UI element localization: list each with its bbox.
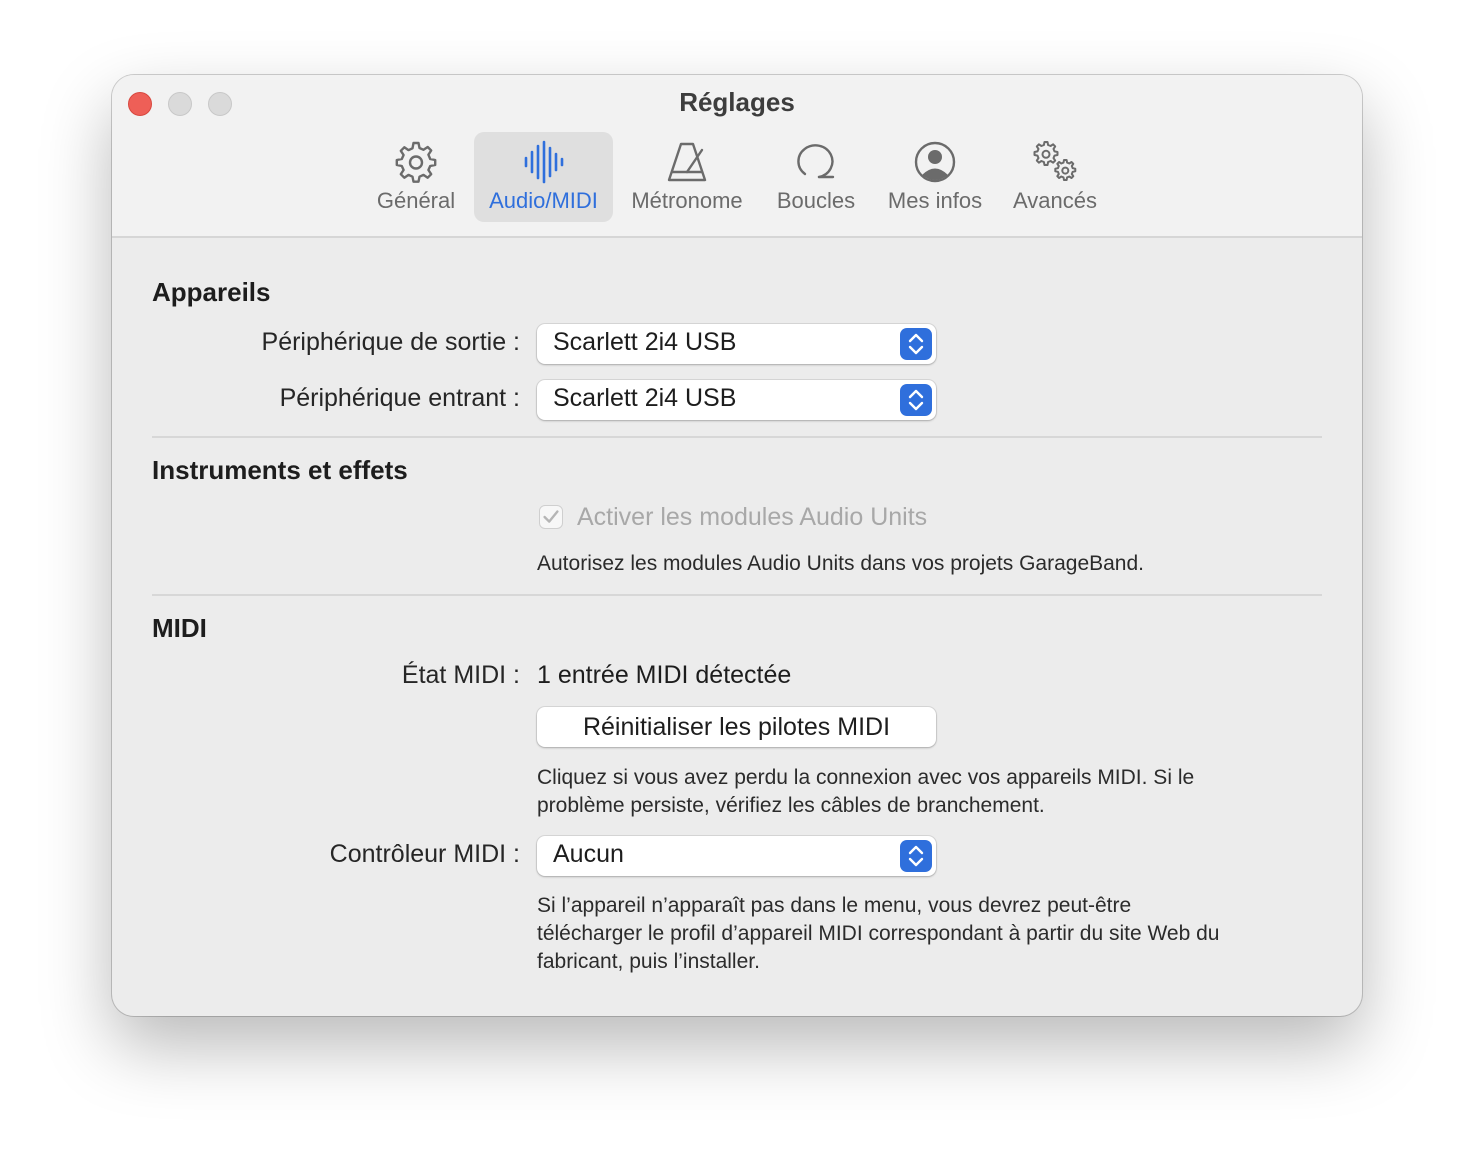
tab-my-info-label: Mes infos [887, 188, 983, 213]
waveform-icon [524, 140, 563, 184]
tab-loops-label: Boucles [776, 188, 856, 213]
midi-status-label: État MIDI : [401, 661, 520, 689]
reset-midi-help: Cliquez si vous avez perdu la connexion … [537, 764, 1327, 820]
midi-controller-help-line: Si l’appareil n’apparaît pas dans le men… [537, 894, 1132, 917]
tab-advanced-label: Avancés [1013, 188, 1097, 213]
midi-controller-help-line: fabricant, puis l’installer. [537, 950, 760, 973]
output-device-label: Périphérique de sortie : [261, 328, 520, 356]
audio-units-checkbox-label: Activer les modules Audio Units [577, 503, 928, 531]
section-title-midi: MIDI [152, 613, 207, 643]
midi-controller-label: Contrôleur MIDI : [329, 840, 520, 868]
output-device-value: Scarlett 2i4 USB [553, 328, 737, 356]
gears-icon [1033, 141, 1077, 181]
tab-audio-midi[interactable]: Audio/MIDI [474, 132, 613, 222]
audio-units-help: Autorisez les modules Audio Units dans v… [537, 552, 1145, 575]
gear-icon [395, 141, 437, 183]
tab-general[interactable]: Général [364, 132, 468, 222]
midi-controller-popup[interactable]: Aucun [537, 836, 936, 876]
input-device-value: Scarlett 2i4 USB [553, 384, 737, 412]
input-device-popup[interactable]: Scarlett 2i4 USB [537, 380, 936, 420]
tab-metronome[interactable]: Métronome [620, 132, 754, 222]
tab-general-label: Général [376, 188, 456, 213]
title-bar: Réglages Général Audio/MIDI Métronome Bo… [112, 75, 1362, 238]
chevron-updown-icon [900, 384, 932, 416]
audio-units-checkbox[interactable] [539, 505, 563, 529]
tab-metronome-label: Métronome [631, 188, 743, 213]
output-device-popup[interactable]: Scarlett 2i4 USB [537, 324, 936, 364]
tab-audio-midi-label: Audio/MIDI [489, 188, 598, 213]
chevron-updown-icon [900, 840, 932, 872]
person-circle-icon [914, 141, 956, 183]
chevron-updown-icon [900, 328, 932, 360]
midi-status-value: 1 entrée MIDI détectée [537, 661, 792, 689]
tab-loops[interactable]: Boucles [766, 132, 866, 222]
reset-midi-help-line: problème persiste, vérifiez les câbles d… [537, 794, 1045, 817]
midi-controller-help-line: télécharger le profil d’appareil MIDI co… [537, 922, 1220, 945]
section-title-instruments: Instruments et effets [152, 455, 408, 485]
midi-controller-help: Si l’appareil n’apparaît pas dans le men… [537, 892, 1327, 976]
section-divider [152, 436, 1322, 438]
section-title-devices: Appareils [152, 277, 271, 307]
settings-window: Réglages Général Audio/MIDI Métronome Bo… [112, 75, 1362, 1016]
window-title: Réglages [679, 87, 795, 117]
section-divider [152, 594, 1322, 596]
checkmark-icon [543, 510, 559, 523]
tab-advanced[interactable]: Avancés [1005, 132, 1105, 222]
reset-midi-drivers-button[interactable]: Réinitialiser les pilotes MIDI [537, 707, 936, 747]
loop-icon [797, 144, 835, 179]
midi-controller-value: Aucun [553, 840, 624, 868]
tab-my-info[interactable]: Mes infos [880, 132, 990, 222]
reset-midi-help-line: Cliquez si vous avez perdu la connexion … [537, 766, 1195, 789]
input-device-label: Périphérique entrant : [279, 384, 520, 412]
metronome-icon [667, 142, 707, 182]
